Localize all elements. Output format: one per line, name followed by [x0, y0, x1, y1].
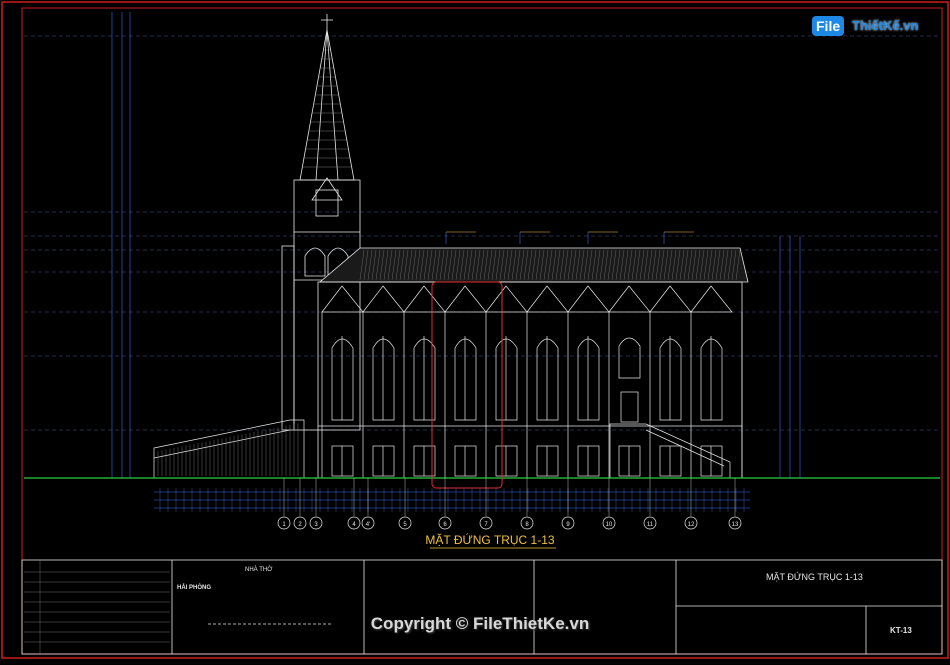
axis-label: 1: [282, 522, 286, 528]
axis-label: 11: [647, 522, 654, 528]
axis-label: 10: [606, 522, 613, 528]
axis-label: 4: [352, 522, 356, 528]
axis-label: 7: [484, 522, 488, 528]
title-block-location: HẢI PHÒNG: [177, 585, 212, 591]
nave-bays: [321, 285, 743, 478]
title-block-sheet-title: MẶT ĐỨNG TRỤC 1-13: [766, 572, 863, 582]
nave-bay: [649, 285, 692, 478]
cad-drawing-canvas[interactable]: 1 2 3 4 4' 5 6 7 8 9 10 11 12 13 MẶT ĐỨNG TRỤC 1-13 N…: [0, 0, 950, 660]
highlight-box[interactable]: [431, 281, 503, 489]
logo-rest: ThiếtKế.vn: [852, 18, 919, 33]
title-block-sheet-code: KT-13: [890, 626, 912, 635]
axis-label: 12: [688, 522, 695, 528]
axis-label: 5: [403, 522, 407, 528]
nave-bay: [485, 285, 528, 478]
sheet-frame-inner: [21, 7, 943, 655]
stair-hatch: [157, 423, 299, 476]
nave-bay: [690, 285, 733, 478]
axis-bubbles: 1 2 3 4 4' 5 6 7 8 9 10 11 12 13: [277, 478, 742, 530]
axis-label: 9: [566, 522, 570, 528]
nave-bay: [526, 285, 569, 478]
copyright-watermark: Copyright © FileThietKe.vn: [370, 614, 590, 633]
right-level-lines: [779, 236, 801, 478]
church-spire: [281, 14, 361, 431]
nave-bay: [321, 285, 364, 478]
bottom-dimensions: [154, 491, 750, 509]
nave-bay: [608, 285, 651, 478]
elevation-drawing[interactable]: 1 2 3 4 4' 5 6 7 8 9 10 11 12 13: [0, 0, 950, 660]
left-stair: [153, 419, 305, 479]
axis-label: 3: [314, 522, 318, 528]
sheet-frame-outer: [1, 1, 949, 659]
title-block-rows: [24, 560, 170, 654]
nave-body: [317, 281, 743, 479]
nave-bay: [362, 285, 405, 478]
left-level-lines: [111, 12, 131, 478]
nave-bay: [444, 285, 487, 478]
axis-label: 2: [298, 522, 302, 528]
axis-label: 13: [732, 522, 739, 528]
elevation-title: MẶT ĐỨNG TRỤC 1-13: [425, 533, 555, 547]
callouts: [445, 231, 694, 244]
spire-hatch: [302, 49, 352, 168]
logo-file: File: [812, 16, 845, 36]
axis-label: 4': [366, 522, 370, 528]
axis-label: 6: [443, 522, 447, 528]
watermark-logo: File ThiếtKế.vn: [812, 14, 932, 44]
nave-bay: [567, 285, 610, 478]
axis-label: 8: [525, 522, 529, 528]
nave-bay: [403, 285, 446, 478]
title-block-project: NHÀ THỜ: [245, 567, 273, 573]
